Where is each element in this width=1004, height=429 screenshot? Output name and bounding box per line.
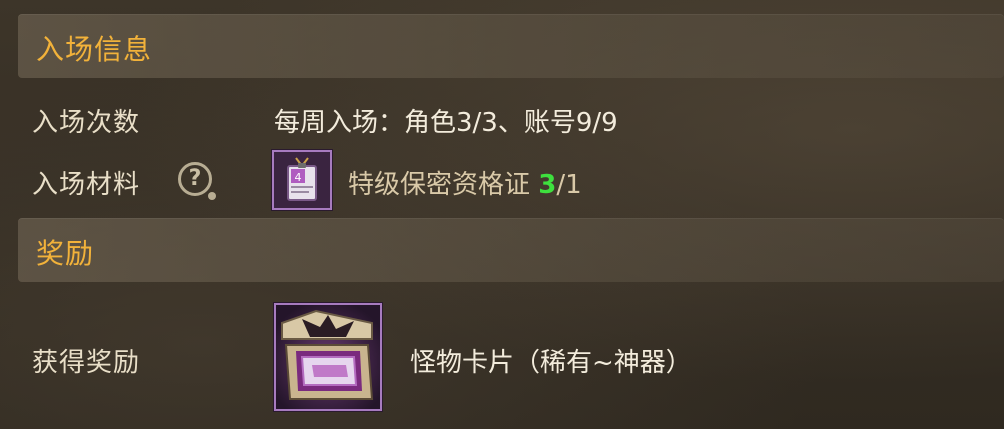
certificate-badge-icon: 4 (274, 152, 330, 208)
reward-name: 怪物卡片（稀有~神器） (410, 348, 692, 378)
entry-material-label: 入场材料 (32, 170, 141, 200)
material-name: 特级保密资格证 (348, 170, 531, 200)
material-count-need: /1 (556, 170, 582, 200)
monster-card-box-icon (276, 305, 380, 409)
reward-item-slot[interactable] (274, 303, 382, 411)
svg-text:4: 4 (295, 171, 302, 184)
question-mark-icon[interactable]: ? (178, 162, 216, 200)
entry-count-value: 每周入场：角色3/3、账号9/9 (274, 108, 618, 138)
entry-info-title: 入场信息 (36, 33, 153, 66)
reward-header: 奖励 (18, 218, 1004, 282)
material-text: 特级保密资格证 3/1 (348, 164, 582, 201)
material-item-slot[interactable]: 4 (272, 150, 332, 210)
reward-label: 获得奖励 (32, 348, 141, 378)
material-count-have: 3 (538, 170, 557, 200)
reward-title: 奖励 (36, 237, 95, 270)
entry-info-header: 入场信息 (18, 14, 1004, 78)
entry-count-label: 入场次数 (32, 108, 141, 138)
